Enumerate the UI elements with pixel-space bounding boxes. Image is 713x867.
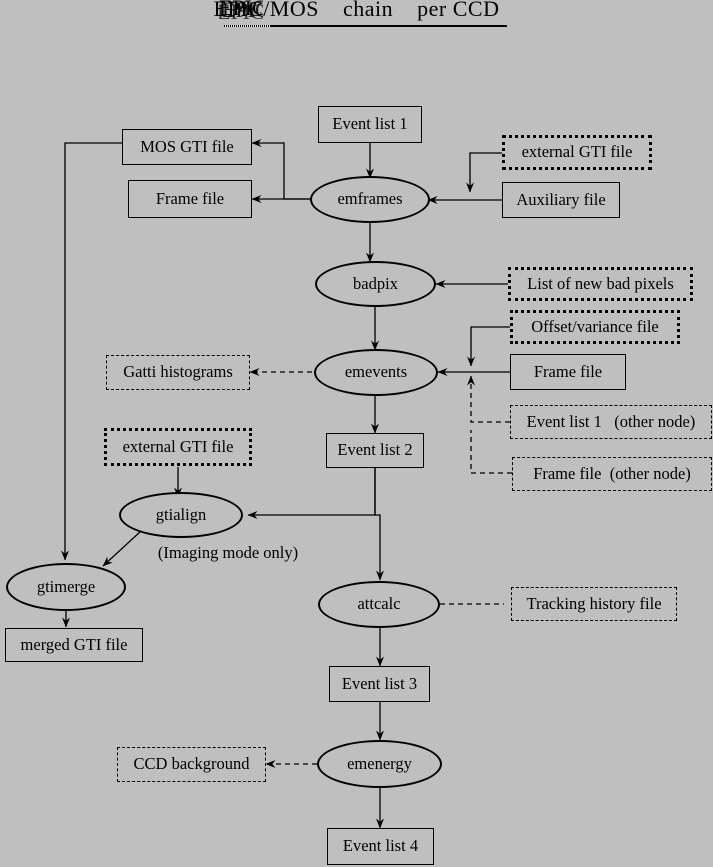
node-label: merged GTI file bbox=[20, 634, 128, 654]
node-label: Event list 1 bbox=[332, 114, 408, 134]
node-label: external GTI file bbox=[521, 142, 633, 162]
node-label: MOS GTI file bbox=[140, 136, 234, 156]
edge-emframes-mosgti bbox=[251, 139, 285, 199]
node-mos-gti-file[interactable]: MOS GTI file bbox=[122, 129, 252, 165]
node-label: badpix bbox=[353, 273, 398, 293]
node-list-of-new-bad-pixels[interactable]: List of new bad pixels bbox=[508, 267, 693, 301]
node-label: (Imaging mode only) bbox=[157, 542, 299, 562]
node-gtialign[interactable]: gtialign bbox=[119, 492, 243, 538]
edge-eventlist2-attcalc bbox=[374, 468, 384, 581]
node-external-gti-file-left[interactable]: external GTI file bbox=[104, 428, 252, 466]
node-badpix[interactable]: badpix bbox=[315, 261, 436, 307]
node-label: Offset/variance file bbox=[531, 316, 659, 336]
node-label: Gatti histograms bbox=[123, 362, 233, 382]
node-gatti-histograms[interactable]: Gatti histograms bbox=[106, 355, 250, 390]
node-imaging-mode-note: (Imaging mode only) bbox=[138, 542, 318, 564]
node-emframes[interactable]: emframes bbox=[310, 176, 430, 223]
node-emenergy[interactable]: emenergy bbox=[317, 740, 442, 788]
node-label: Frame file (other node) bbox=[533, 463, 691, 483]
node-attcalc[interactable]: attcalc bbox=[318, 581, 440, 628]
node-label: emenergy bbox=[347, 753, 412, 773]
title-glitch-layer-c: EPIC bbox=[219, 0, 263, 20]
diagram-title: EPIC/MOS chain per CCD bbox=[0, 0, 713, 22]
node-label: Event list 4 bbox=[342, 836, 419, 856]
node-label: Tracking history file bbox=[526, 593, 662, 613]
diagram-title-glitch: EPIC EPIC EPIC bbox=[219, 0, 263, 20]
node-frame-file-top[interactable]: Frame file bbox=[128, 180, 252, 218]
node-event-list-2[interactable]: Event list 2 bbox=[326, 433, 424, 468]
edge-extgti-emframes bbox=[466, 152, 502, 193]
node-label: gtimerge bbox=[36, 576, 96, 596]
node-offset-variance-file[interactable]: Offset/variance file bbox=[510, 310, 680, 344]
node-event-list-1-other-node[interactable]: Event list 1 (other node) bbox=[510, 405, 712, 439]
node-emevents[interactable]: emevents bbox=[314, 349, 438, 396]
node-label: Frame file bbox=[155, 188, 225, 208]
node-label: emframes bbox=[337, 189, 403, 209]
node-event-list-1[interactable]: Event list 1 bbox=[318, 106, 422, 143]
node-label: gtialign bbox=[155, 504, 207, 524]
node-label: external GTI file bbox=[122, 436, 234, 456]
edge-framefileother-emevents bbox=[470, 430, 512, 474]
node-event-list-3[interactable]: Event list 3 bbox=[329, 666, 430, 702]
node-label: Auxiliary file bbox=[516, 189, 606, 209]
node-label: Frame file bbox=[533, 361, 603, 381]
node-label: CCD background bbox=[133, 754, 250, 774]
node-ccd-background[interactable]: CCD background bbox=[117, 747, 266, 782]
node-label: Event list 3 bbox=[341, 673, 418, 693]
node-label: emevents bbox=[344, 362, 408, 382]
node-label: Event list 1 (other node) bbox=[526, 411, 696, 431]
edge-eventlist2-gtialign bbox=[247, 468, 376, 519]
node-frame-file-mid[interactable]: Frame file bbox=[510, 354, 626, 390]
edge-gtialign-gtimerge bbox=[102, 530, 142, 567]
node-frame-file-other-node[interactable]: Frame file (other node) bbox=[512, 457, 712, 491]
edge-mosgti-gtimerge bbox=[61, 142, 122, 561]
node-label: attcalc bbox=[357, 594, 401, 614]
edge-offsetvar-emevents bbox=[467, 326, 510, 367]
node-gtimerge[interactable]: gtimerge bbox=[6, 563, 126, 611]
node-label: Event list 2 bbox=[337, 440, 413, 460]
node-event-list-4[interactable]: Event list 4 bbox=[327, 828, 434, 865]
edge-eventlist1other-emevents bbox=[467, 375, 510, 423]
node-auxiliary-file[interactable]: Auxiliary file bbox=[502, 182, 620, 218]
node-external-gti-file-top[interactable]: external GTI file bbox=[502, 135, 652, 170]
node-merged-gti-file[interactable]: merged GTI file bbox=[5, 628, 143, 662]
title-underline-dotted-segment bbox=[224, 25, 270, 28]
node-label: List of new bad pixels bbox=[527, 273, 674, 293]
node-tracking-history-file[interactable]: Tracking history file bbox=[511, 587, 677, 621]
diagram-canvas: EPIC/MOS chain per CCD EPIC EPIC EPIC Ev… bbox=[0, 0, 713, 867]
